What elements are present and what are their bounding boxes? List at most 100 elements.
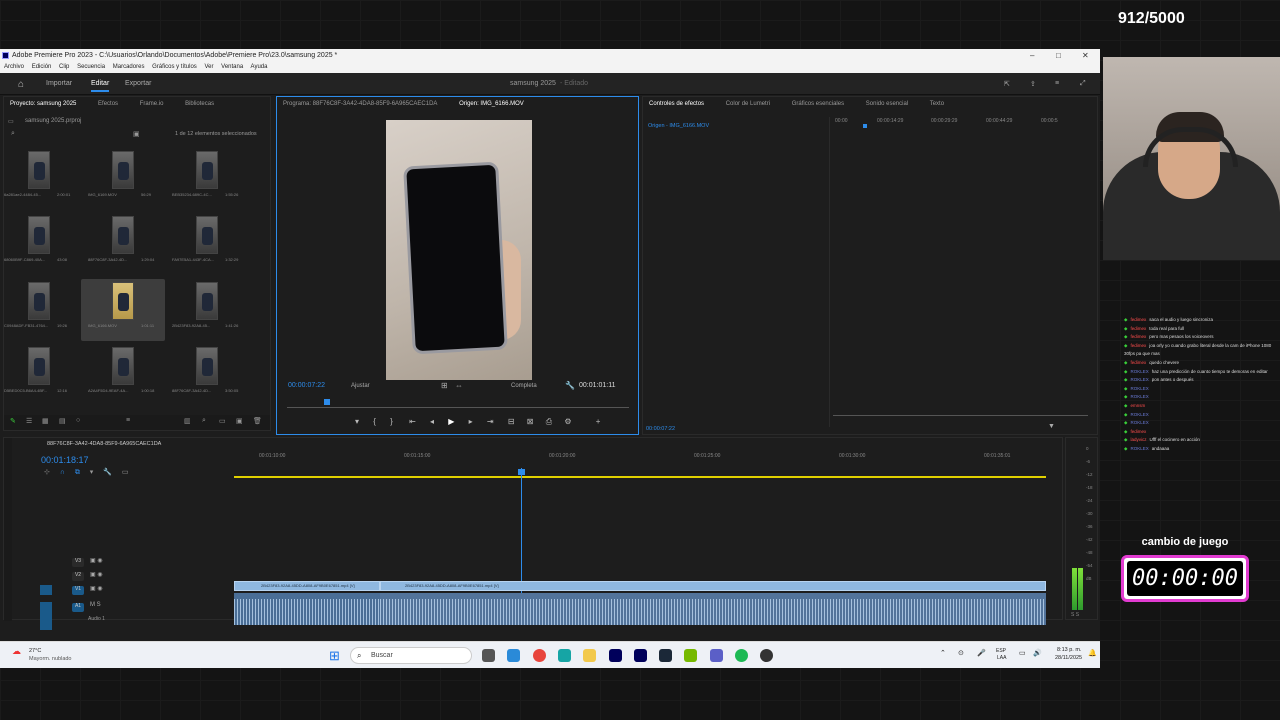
audition-icon[interactable] [633, 649, 647, 662]
obs-icon[interactable] [760, 649, 774, 662]
add-marker-icon[interactable]: ▾ [90, 469, 94, 476]
step-back-icon[interactable]: ◂ [430, 417, 434, 426]
tab-frameio[interactable]: Frame.io [140, 101, 164, 107]
share-icon[interactable]: ⇪ [1030, 80, 1036, 88]
add-button-icon[interactable]: + [596, 417, 601, 426]
windows-start-icon[interactable]: ⊞ [329, 648, 340, 664]
effect-source-label[interactable]: Origen - IMG_6166.MOV [648, 123, 709, 129]
tab-importar[interactable]: Importar [46, 80, 72, 87]
write-pencil-icon[interactable]: ✎ [10, 417, 16, 425]
audio-clip-2[interactable] [380, 593, 1046, 625]
wrench-icon[interactable]: 🔧 [565, 381, 575, 390]
menu-marcadores[interactable]: Marcadores [113, 64, 145, 70]
file-explorer-icon[interactable] [482, 649, 495, 662]
media-thumbnail[interactable] [112, 347, 134, 385]
insert-clip-icon[interactable]: ⊟ [508, 417, 515, 426]
menu-ayuda[interactable]: Ayuda [251, 64, 268, 70]
drag-video-icon[interactable]: ⇔ [455, 381, 463, 390]
spotify-icon[interactable] [735, 649, 748, 662]
fullscreen-icon[interactable]: ⤢ [1080, 80, 1086, 88]
sort-icon[interactable]: ≡ [126, 417, 130, 424]
list-view-icon[interactable]: ☰ [26, 417, 32, 425]
chrome-icon[interactable] [532, 649, 546, 662]
nvidia-icon[interactable] [684, 649, 698, 662]
volume-icon[interactable]: 🔊 [1033, 649, 1042, 657]
media-thumbnail[interactable] [28, 216, 50, 254]
notification-icon[interactable]: 🔔 [1088, 649, 1097, 657]
overwrite-icon[interactable]: ⊠ [527, 417, 534, 426]
track-target-v3[interactable] [42, 557, 54, 567]
track-controls-icon[interactable]: ▣ ◉ [90, 571, 103, 578]
freeform-view-icon[interactable]: ▤ [59, 417, 66, 425]
track-controls-icon[interactable]: ▣ ◉ [90, 557, 103, 564]
tray-chevron-icon[interactable]: ⌃ [940, 649, 946, 657]
folder-icon[interactable] [583, 649, 597, 662]
tab-lumetri[interactable]: Color de Lumetri [726, 101, 770, 107]
tab-programa[interactable]: Programa: 88F76C8F-3A42-4DA8-85F9-6A965C… [283, 101, 437, 107]
tab-exportar[interactable]: Exportar [125, 80, 151, 87]
media-thumbnail[interactable] [112, 216, 134, 254]
lang-label[interactable]: ESP [996, 648, 1006, 654]
track-controls-icon[interactable]: M S [90, 602, 101, 608]
new-bin-icon[interactable]: ▣ [133, 130, 140, 138]
tray-app-icon[interactable]: ⊙ [958, 649, 964, 657]
source-scrub-bar[interactable] [287, 407, 629, 408]
media-thumbnail[interactable] [112, 151, 134, 189]
media-thumbnail[interactable] [28, 151, 50, 189]
mark-in-icon[interactable]: { [373, 417, 376, 426]
track-target-v2[interactable] [42, 571, 54, 581]
track-target-v1[interactable] [40, 585, 52, 595]
zoom-slider-handle[interactable]: ○ [76, 417, 80, 424]
export-frame-icon[interactable]: ⎙ [546, 417, 552, 426]
mic-icon[interactable]: 🎤 [977, 649, 986, 657]
media-thumbnail[interactable] [196, 282, 218, 320]
automate-icon[interactable]: ▥ [184, 417, 191, 425]
menu-graficos[interactable]: Gráficos y títulos [152, 64, 197, 70]
menu-clip[interactable]: Clip [59, 64, 69, 70]
workspaces-menu-icon[interactable]: ≡ [1055, 80, 1059, 87]
audio-clip-1[interactable] [234, 593, 380, 625]
home-icon[interactable]: ⌂ [18, 79, 24, 90]
tab-texto[interactable]: Texto [930, 101, 944, 107]
video-clip-1[interactable]: 2B423F83-92A8-45DD-A808-AF9B0E67851.mp4 … [234, 581, 380, 591]
snap-icon[interactable]: ∩ [60, 469, 65, 476]
track-label-v2[interactable]: V2 [72, 572, 84, 581]
work-area-bar[interactable] [234, 476, 1046, 478]
maximize-button[interactable]: □ [1056, 49, 1061, 62]
quick-export-icon[interactable]: ⇱ [1004, 80, 1010, 88]
menu-archivo[interactable]: Archivo [4, 64, 24, 70]
nest-icon[interactable]: ⊹ [44, 469, 50, 476]
timeline-wrench-icon[interactable]: 🔧 [103, 469, 112, 476]
new-bin-button-icon[interactable]: ▭ [219, 417, 226, 425]
marker-icon[interactable]: ▾ [355, 417, 359, 426]
track-target-a1[interactable] [40, 602, 52, 630]
tab-sonido-esencial[interactable]: Sonido esencial [866, 101, 908, 107]
steam-icon[interactable] [659, 649, 673, 662]
tab-bibliotecas[interactable]: Bibliotecas [185, 101, 214, 107]
step-forward-icon[interactable]: ▸ [469, 417, 473, 426]
media-thumbnail[interactable] [196, 216, 218, 254]
tab-controles-efectos[interactable]: Controles de efectos [649, 101, 704, 107]
track-controls-icon[interactable]: ▣ ◉ [90, 585, 103, 592]
menu-ventana[interactable]: Ventana [221, 64, 243, 70]
track-label-a1[interactable]: A1 [72, 603, 84, 612]
close-button[interactable]: ✕ [1082, 49, 1089, 62]
video-clip-2[interactable]: 2B423F83-92A8-45DD-A808-AF9B0E67851.mp4 … [380, 581, 1046, 591]
source-playhead[interactable] [324, 399, 330, 405]
clock-time[interactable]: 8:13 p. m. [1057, 647, 1081, 653]
source-timecode[interactable]: 00:00:07:22 [288, 382, 325, 389]
teams-icon[interactable] [709, 649, 723, 662]
tab-proyecto[interactable]: Proyecto: samsung 2025 [10, 101, 76, 107]
premiere-icon[interactable] [608, 649, 622, 662]
sequence-tab[interactable]: 88F76C8F-3A42-4DA8-85F9-6A965CAEC1DA [47, 441, 161, 447]
tab-editar[interactable]: Editar [91, 80, 110, 92]
settings-icon[interactable]: ⚙ [564, 417, 571, 426]
go-to-out-icon[interactable]: ⇥ [487, 417, 494, 426]
media-thumbnail[interactable] [28, 282, 50, 320]
captions-icon[interactable]: ▭ [122, 469, 129, 476]
minimize-button[interactable]: – [1030, 49, 1034, 62]
quality-dropdown[interactable]: Completa [511, 383, 537, 389]
track-label-v3[interactable]: V3 [72, 558, 84, 567]
go-to-in-icon[interactable]: ⇤ [409, 417, 416, 426]
menu-secuencia[interactable]: Secuencia [77, 64, 105, 70]
